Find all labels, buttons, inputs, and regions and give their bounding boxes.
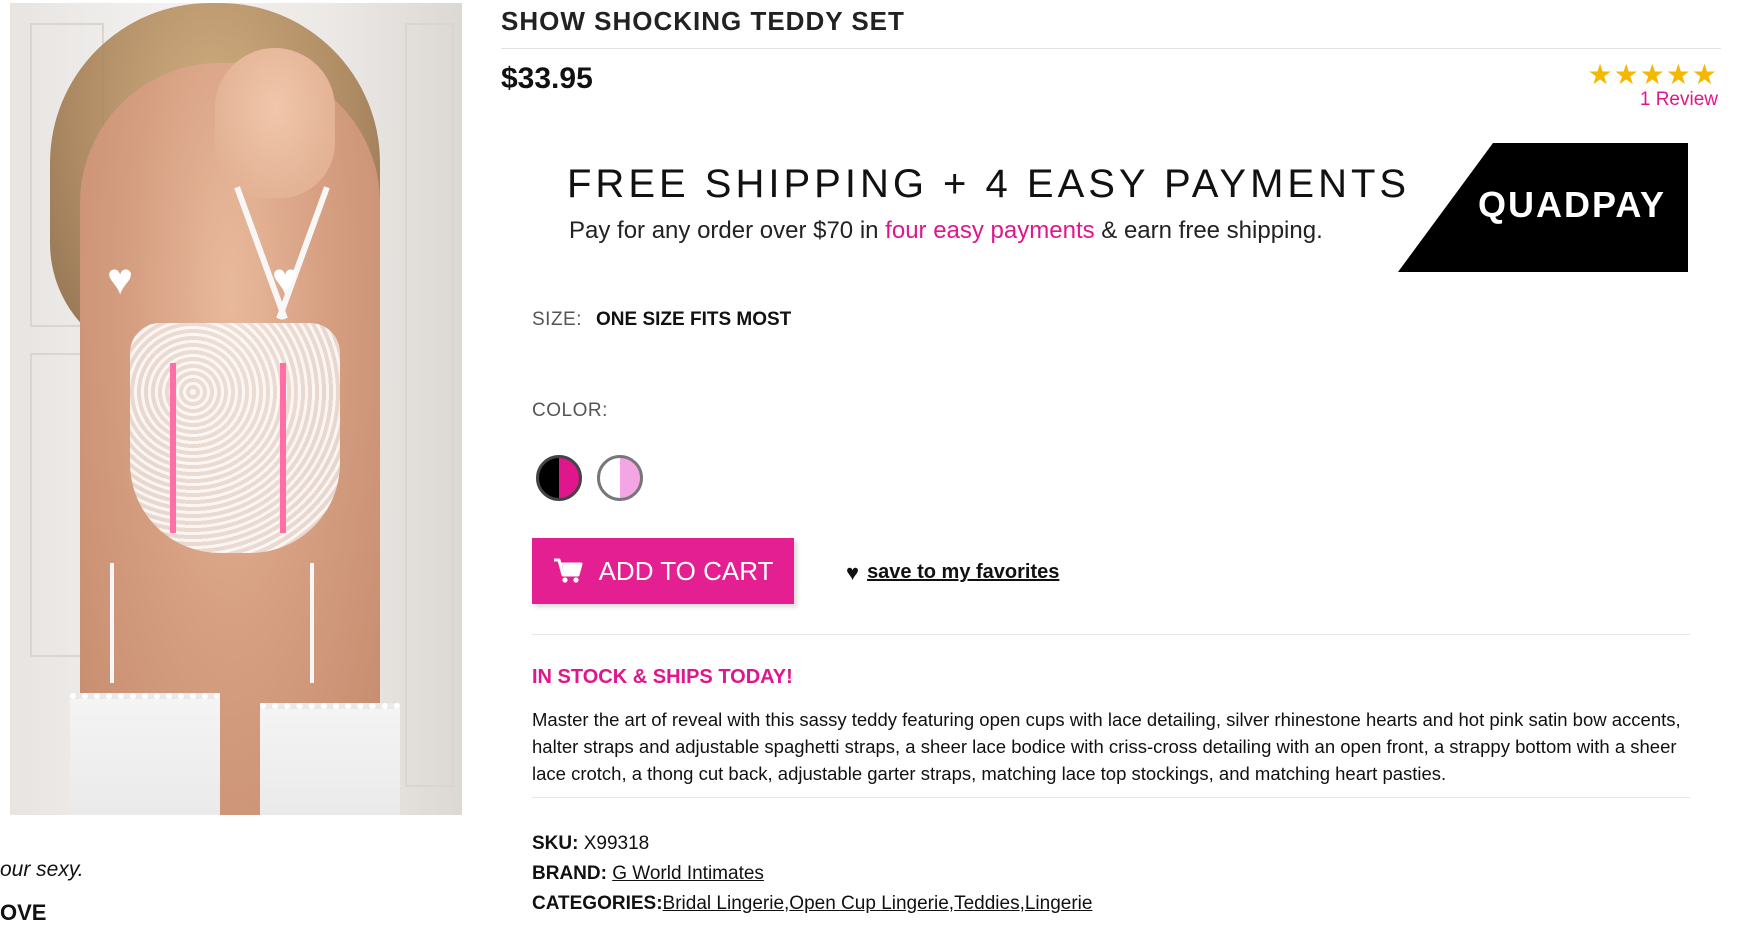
quadpay-sub-before: Pay for any order over $70 in [569, 217, 885, 244]
category-link[interactable]: Teddies [954, 893, 1020, 914]
brand-link[interactable]: G World Intimates [612, 863, 764, 884]
categories-label: CATEGORIES: [532, 893, 663, 914]
add-to-cart-label: ADD TO CART [599, 556, 774, 587]
pink-ribbon [280, 363, 286, 533]
add-to-cart-button[interactable]: ADD TO CART [532, 538, 794, 604]
stocking [260, 703, 400, 815]
save-to-favorites-link[interactable]: ♥ save to my favorites [846, 561, 1059, 584]
size-label: SIZE: [532, 309, 582, 331]
heart-icon: ♥ [846, 563, 859, 583]
stocking [70, 693, 220, 815]
quadpay-sub-after: & earn free shipping. [1095, 217, 1323, 244]
favorites-label: save to my favorites [867, 561, 1059, 584]
heart-pastie-icon: ♥ [265, 261, 305, 299]
brand-label: BRAND: [532, 863, 607, 884]
pink-ribbon [170, 363, 176, 533]
category-link[interactable]: Lingerie [1025, 893, 1093, 914]
heart-pastie-icon: ♥ [100, 261, 140, 299]
product-image[interactable]: ♥ ♥ [10, 3, 462, 815]
partial-caption: our sexy. [0, 858, 84, 882]
color-swatch-black-pink[interactable] [536, 455, 582, 501]
sku-row: SKU: X99318 [532, 833, 649, 855]
partial-heading: OVE [0, 900, 46, 926]
rating-stars-icon: ★★★★★ [1587, 58, 1718, 91]
brand-row: BRAND: G World Intimates [532, 863, 764, 885]
categories-row: CATEGORIES:Bridal Lingerie,Open Cup Ling… [532, 893, 1092, 915]
door-frame [405, 23, 454, 787]
category-link[interactable]: Open Cup Lingerie [789, 893, 949, 914]
quadpay-link[interactable]: four easy payments [885, 217, 1094, 244]
product-price: $33.95 [501, 62, 593, 96]
divider [532, 797, 1690, 798]
product-description: Master the art of reveal with this sassy… [532, 706, 1682, 787]
quadpay-headline: FREE SHIPPING + 4 EASY PAYMENTS [567, 162, 1410, 207]
product-title: SHOW SHOCKING TEDDY SET [501, 6, 905, 37]
lace-bodice [130, 323, 340, 553]
divider [501, 48, 1721, 49]
category-link[interactable]: Bridal Lingerie [663, 893, 784, 914]
color-swatch-white-lilac[interactable] [597, 455, 643, 501]
divider [532, 634, 1690, 635]
sku-label: SKU: [532, 833, 578, 854]
garter-strap [110, 563, 114, 683]
quadpay-subtext: Pay for any order over $70 in four easy … [569, 217, 1323, 245]
color-label: COLOR: [532, 400, 608, 422]
sku-value: X99318 [584, 833, 650, 854]
stock-status: IN STOCK & SHIPS TODAY! [532, 666, 793, 689]
shopping-cart-icon [553, 558, 583, 584]
model-face [215, 48, 335, 198]
product-page: ♥ ♥ our sexy. OVE SHOW SHOCKING TEDDY SE… [0, 0, 1738, 933]
reviews-link[interactable]: 1 Review [1640, 89, 1718, 111]
garter-strap [310, 563, 314, 683]
quadpay-logo: QUADPAY [1478, 184, 1666, 226]
size-value[interactable]: ONE SIZE FITS MOST [596, 309, 791, 331]
